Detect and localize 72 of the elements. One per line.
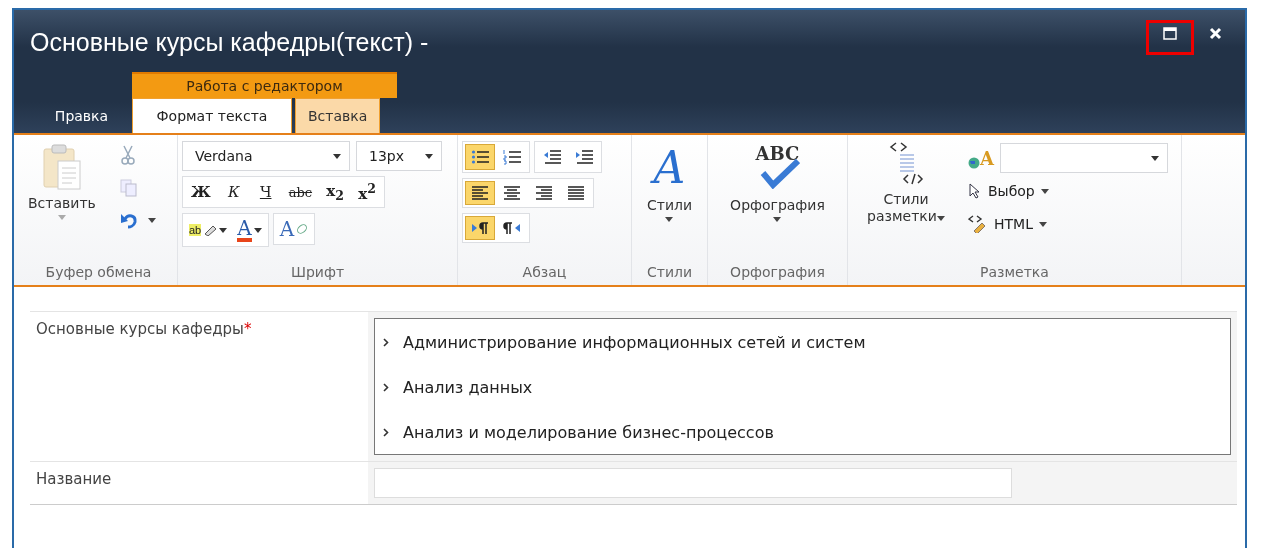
caret-icon[interactable] [936, 216, 945, 221]
group-label: Абзац [521, 263, 568, 282]
field-label: Основные курсы кафедры* [35, 319, 253, 340]
select-button[interactable]: Выбор [968, 177, 1049, 205]
list-item: Анализ данных [403, 378, 533, 397]
ribbon-tab[interactable]: Формат текста [132, 98, 292, 133]
bullet-list-button[interactable] [465, 144, 495, 170]
group-label: Буфер обмена [44, 263, 153, 282]
format-button[interactable]: x$_{2}$ [320, 179, 351, 205]
group-label: Разметка [979, 263, 1050, 282]
caret-icon[interactable] [147, 217, 156, 223]
rich-text-editor[interactable]: Администрирование информационных сетей и систем Анализ данных Анализ и моделирование бизнес-процессов [374, 318, 1231, 455]
checkmark-icon[interactable] [760, 159, 801, 189]
format-button[interactable]: К [218, 179, 249, 205]
pen-icon[interactable] [203, 224, 218, 236]
code-pencil-icon[interactable] [968, 215, 988, 233]
globe-icon[interactable] [968, 156, 980, 169]
group-label: Шрифт [289, 263, 346, 282]
html-button[interactable]: HTML [968, 209, 1047, 239]
ribbon-tab[interactable]: Правка [34, 98, 129, 133]
list-item: Анализ и моделирование бизнес-процессов [403, 423, 774, 442]
indent-icon[interactable] [575, 149, 593, 165]
numbered-list-icon[interactable] [503, 149, 521, 165]
field-label: Название [35, 469, 113, 490]
chevron-icon [383, 383, 389, 392]
caret-icon[interactable] [665, 217, 674, 222]
caret-icon[interactable] [425, 153, 433, 159]
markup-styles-button[interactable]: Стили разметки [852, 141, 960, 259]
highlight-color-button[interactable]: ab [185, 216, 232, 244]
caret-icon[interactable] [1040, 188, 1049, 194]
font-size-dropdown[interactable]: 13px [356, 141, 442, 171]
caret-icon[interactable] [333, 153, 341, 159]
format-button[interactable]: abc [282, 179, 319, 205]
caret-icon[interactable] [1150, 155, 1159, 161]
caret-icon[interactable] [1038, 221, 1047, 227]
undo-icon[interactable] [119, 211, 140, 229]
cursor-icon[interactable] [968, 183, 982, 199]
paste-button[interactable]: Вставить [24, 141, 100, 259]
code-document-icon[interactable] [888, 141, 924, 187]
chevron-icon [383, 428, 389, 437]
group-label: Орфография [729, 263, 826, 282]
group-label: Стили [645, 263, 694, 282]
styles-button[interactable]: A Стили [642, 141, 697, 259]
font-name-dropdown[interactable]: Verdana [182, 141, 350, 171]
caret-icon[interactable] [773, 217, 782, 222]
outdent-icon[interactable] [543, 149, 561, 165]
align-left-icon[interactable] [471, 186, 489, 200]
paragraph-rtl-icon[interactable] [503, 221, 521, 235]
spelling-button[interactable]: ABC Орфография [726, 141, 829, 259]
title-input-field[interactable] [374, 468, 1012, 498]
maximize-icon[interactable] [1163, 27, 1177, 40]
caret-icon[interactable] [219, 227, 228, 233]
align-left-button[interactable] [465, 181, 495, 205]
clipboard-icon[interactable] [41, 143, 82, 191]
ribbon-tab[interactable]: Вставка [295, 98, 381, 133]
align-right-icon[interactable] [535, 186, 553, 200]
format-button[interactable]: Ч [250, 179, 281, 205]
list-item: Администрирование информационных сетей и систем [403, 333, 866, 352]
align-center-icon[interactable] [503, 186, 521, 200]
justify-icon[interactable] [567, 186, 585, 200]
maximize-button[interactable] [1146, 20, 1194, 55]
format-button[interactable]: Ж [185, 179, 217, 205]
bullet-list-icon[interactable] [471, 149, 489, 165]
left-to-right-button[interactable] [465, 216, 495, 240]
close-icon[interactable] [1209, 27, 1222, 40]
window-title: Основные курсы кафедры(текст) - [30, 27, 429, 57]
font-color-button[interactable]: A [233, 216, 266, 244]
caret-icon[interactable] [253, 227, 262, 233]
context-tab-group-label: Работа с редактором [132, 72, 397, 98]
chevron-icon [383, 338, 389, 347]
paragraph-ltr-icon[interactable] [471, 221, 489, 235]
format-button[interactable]: x$^{2}$ [352, 179, 383, 205]
